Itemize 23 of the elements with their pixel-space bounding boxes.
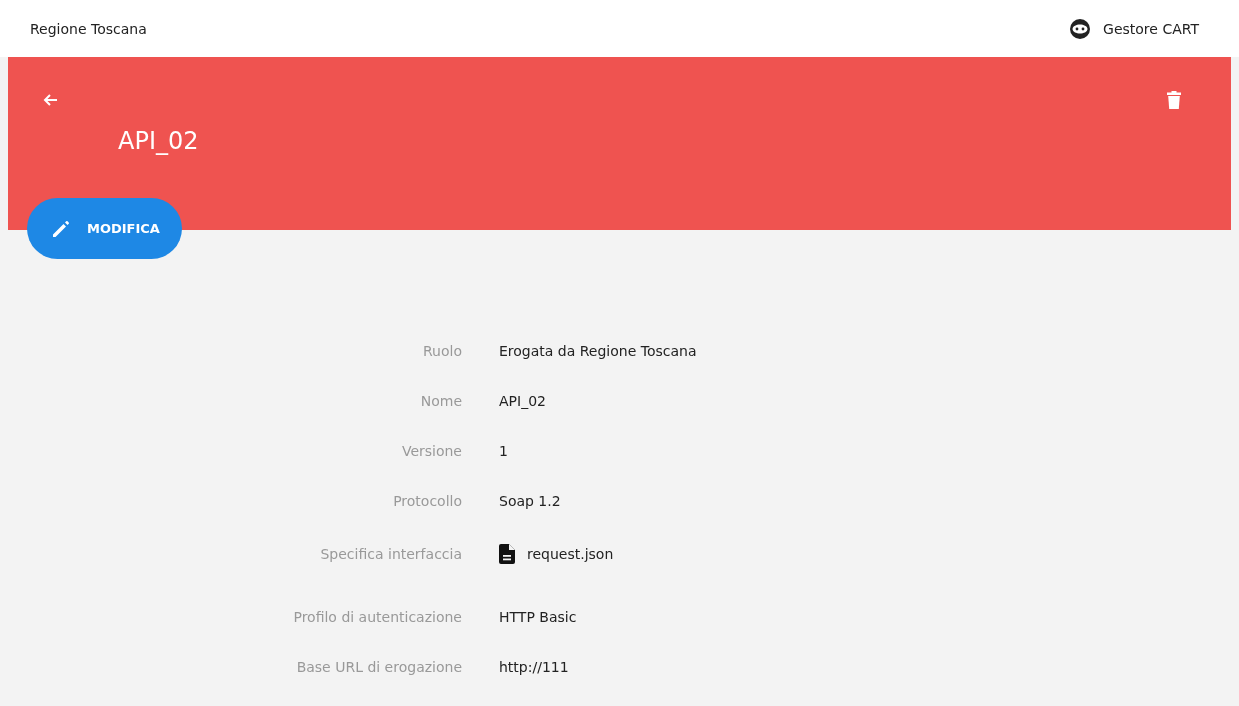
field-label: Specifica interfaccia bbox=[319, 546, 462, 562]
user-avatar-icon bbox=[1069, 17, 1092, 40]
edit-button[interactable]: MODIFICA bbox=[27, 198, 182, 259]
field-label: Profilo di autenticazione bbox=[292, 609, 462, 625]
back-arrow-icon[interactable] bbox=[42, 92, 58, 108]
pencil-icon bbox=[51, 218, 71, 239]
field-value: HTTP Basic bbox=[499, 609, 577, 625]
file-link[interactable]: request.json bbox=[527, 546, 614, 562]
field-label: Protocollo bbox=[392, 493, 462, 509]
field-value: 1 bbox=[499, 443, 508, 459]
field-value: http://111 bbox=[499, 659, 569, 675]
trash-icon[interactable] bbox=[1167, 91, 1181, 109]
document-icon bbox=[499, 544, 515, 564]
field-value: Soap 1.2 bbox=[499, 493, 561, 509]
organization-name: Regione Toscana bbox=[30, 20, 147, 37]
field-label: Nome bbox=[419, 393, 462, 409]
user-name[interactable]: Gestore CART bbox=[1103, 20, 1199, 37]
field-value: API_02 bbox=[499, 393, 546, 409]
field-value: Erogata da Regione Toscana bbox=[499, 343, 697, 359]
field-label: Versione bbox=[400, 443, 462, 459]
field-label: Ruolo bbox=[422, 343, 462, 359]
page-title: API_02 bbox=[118, 127, 200, 155]
field-label: Base URL di erogazione bbox=[295, 659, 462, 675]
